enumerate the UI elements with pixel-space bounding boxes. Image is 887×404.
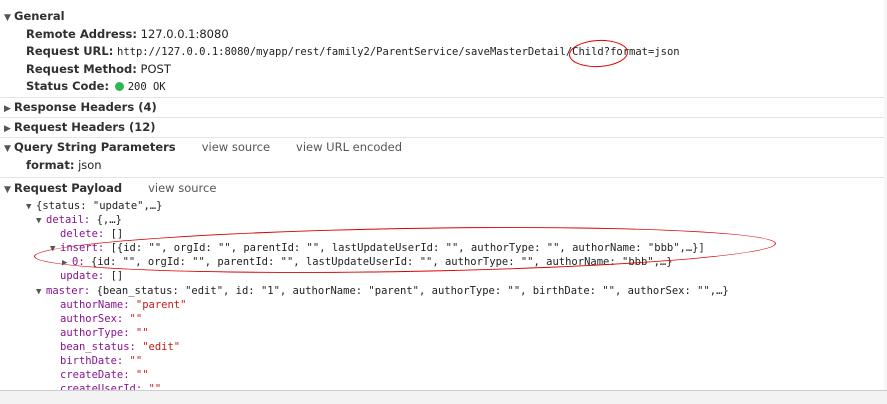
response-headers-section-header[interactable]: ▶ Response Headers (4) <box>4 99 157 116</box>
expanded-triangle-icon: ▼ <box>4 144 11 154</box>
divider <box>0 137 887 138</box>
status-code-value: 200 OK <box>127 81 166 93</box>
expanded-triangle-icon: ▼ <box>26 202 32 212</box>
insert-item-summary: {id: "", orgId: "", parentId: "", lastUp… <box>90 256 673 268</box>
collapsed-triangle-icon: ▶ <box>4 104 11 114</box>
master-field-key: createDate: <box>60 369 130 381</box>
status-ok-dot-icon <box>114 82 124 91</box>
remote-address-value: 127.0.0.1:8080 <box>140 27 229 41</box>
query-string-toggle[interactable]: ▼ Query String Parameters <box>4 140 176 154</box>
request-payload-section-header: ▼ Request Payload view source <box>4 180 216 197</box>
expanded-triangle-icon: ▼ <box>50 244 56 254</box>
update-key: update: <box>60 270 105 282</box>
insert-item-key: 0: <box>72 256 85 268</box>
request-method-value: POST <box>140 62 171 76</box>
master-field-key: authorType: <box>60 327 130 339</box>
bottom-bar <box>0 390 887 404</box>
master-field-value: "edit" <box>142 341 181 353</box>
query-string-section-header: ▼ Query String Parameters view source vie… <box>4 139 402 156</box>
divider <box>0 117 887 118</box>
payload-view-source-link[interactable]: view source <box>148 181 216 195</box>
request-headers-title: Request Headers (12) <box>14 120 156 134</box>
request-method-row: Request Method: POST <box>26 61 171 78</box>
divider <box>0 97 887 98</box>
status-code-row: Status Code: 200 OK <box>26 78 166 95</box>
query-string-title: Query String Parameters <box>14 140 176 154</box>
master-field-key: authorName: <box>60 299 130 311</box>
request-url-value: http://127.0.0.1:8080/myapp/rest/family2… <box>117 46 680 58</box>
query-view-url-encoded-link[interactable]: view URL encoded <box>296 140 402 154</box>
master-field-key: authorSex: <box>60 313 124 325</box>
divider <box>0 177 887 178</box>
master-field-value: "" <box>129 355 143 367</box>
query-view-source-link[interactable]: view source <box>202 140 270 154</box>
query-param-value: json <box>78 158 102 172</box>
general-section-header[interactable]: ▼ General <box>4 8 65 25</box>
general-title: General <box>14 9 65 23</box>
master-field-value: "parent" <box>135 299 187 311</box>
request-payload-toggle[interactable]: ▼ Request Payload <box>4 181 122 195</box>
master-field-value: "" <box>129 313 143 325</box>
collapsed-triangle-icon: ▶ <box>4 124 11 134</box>
master-summary: {bean_status: "edit", id: "1", authorNam… <box>96 285 729 297</box>
payload-root-summary: {status: "update",…} <box>36 200 163 212</box>
remote-address-row: Remote Address: 127.0.0.1:8080 <box>26 26 229 43</box>
expanded-triangle-icon: ▼ <box>4 13 11 23</box>
remote-address-label: Remote Address: <box>26 27 137 41</box>
expanded-triangle-icon: ▼ <box>36 216 42 226</box>
delete-key: delete: <box>60 228 105 240</box>
response-headers-title: Response Headers (4) <box>14 100 157 114</box>
insert-key: insert: <box>60 242 105 254</box>
request-headers-section-header[interactable]: ▶ Request Headers (12) <box>4 119 155 136</box>
master-field-key: bean_status: <box>60 341 136 353</box>
request-payload-title: Request Payload <box>14 181 123 195</box>
insert-summary: [{id: "", orgId: "", parentId: "", lastU… <box>110 242 705 254</box>
master-field-key: birthDate: <box>60 355 124 367</box>
insert-item-node[interactable]: ▶ 0: {id: "", orgId: "", parentId: "", la… <box>62 254 673 271</box>
master-field-value: "" <box>135 327 149 339</box>
status-code-label: Status Code: <box>26 79 110 93</box>
master-key: master: <box>46 285 91 297</box>
update-value: [] <box>110 270 124 282</box>
request-url-label: Request URL: <box>26 44 114 58</box>
query-param-row: format: json <box>26 157 102 174</box>
request-url-row: Request URL: http://127.0.0.1:8080/myapp… <box>26 43 680 60</box>
query-param-key: format: <box>26 158 75 172</box>
detail-summary: {,…} <box>96 214 122 226</box>
detail-key: detail: <box>46 214 91 226</box>
request-method-label: Request Method: <box>26 62 137 76</box>
expanded-triangle-icon: ▼ <box>4 185 11 195</box>
expanded-triangle-icon: ▼ <box>36 287 42 297</box>
master-field-value: "" <box>135 369 149 381</box>
delete-value: [] <box>110 228 124 240</box>
